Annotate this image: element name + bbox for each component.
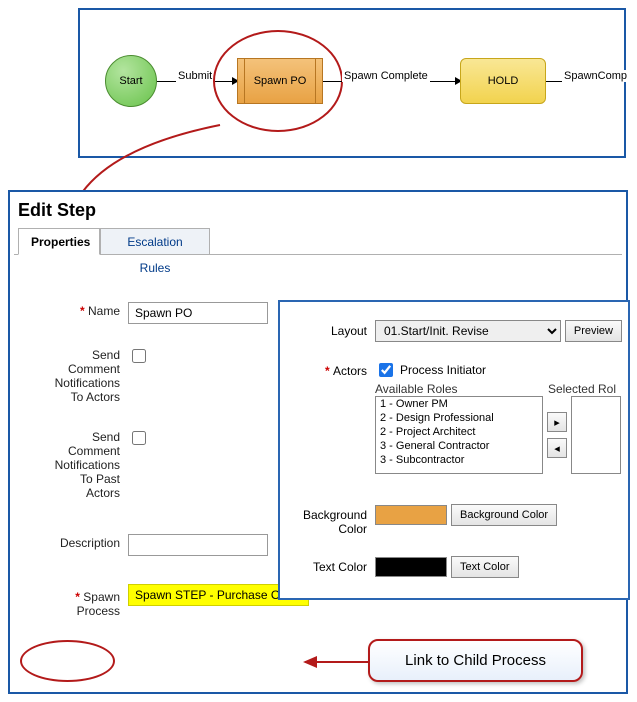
selected-roles-header: Selected Rol <box>548 382 616 396</box>
process-initiator-label: Process Initiator <box>400 363 486 377</box>
textcolor-button[interactable]: Text Color <box>451 556 519 578</box>
process-initiator-checkbox[interactable] <box>379 363 393 377</box>
send-comment-past-label: Send Comment Notifications To Past Actor… <box>10 426 128 500</box>
preview-button[interactable]: Preview <box>565 320 622 342</box>
role-item[interactable]: 3 - Subcontractor <box>376 453 542 467</box>
available-roles-header: Available Roles <box>375 382 458 396</box>
textcolor-label: Text Color <box>280 556 375 574</box>
start-node[interactable]: Start <box>105 55 157 107</box>
tab-strip: Properties Escalation Rules <box>14 227 622 255</box>
bgcolor-button[interactable]: Background Color <box>451 504 557 526</box>
description-input[interactable] <box>128 534 268 556</box>
spawn-po-node[interactable]: Spawn PO <box>237 58 323 104</box>
role-item[interactable]: 2 - Project Architect <box>376 425 542 439</box>
tab-escalation-rules[interactable]: Escalation Rules <box>100 228 210 255</box>
name-input[interactable] <box>128 302 268 324</box>
name-label: * Name <box>10 300 128 318</box>
callout-link-to-child: Link to Child Process <box>368 639 583 682</box>
workflow-diagram: Start Submit Spawn PO Spawn Complete HOL… <box>78 8 626 158</box>
flow-label-3: SpawnComp <box>562 70 629 82</box>
send-comment-label: Send Comment Notifications To Actors <box>10 344 128 404</box>
hold-label: HOLD <box>488 75 519 87</box>
start-label: Start <box>119 75 142 87</box>
send-comment-past-checkbox[interactable] <box>132 431 146 445</box>
role-item[interactable]: 1 - Owner PM <box>376 397 542 411</box>
layout-label: Layout <box>280 320 375 338</box>
flow-label-1: Submit <box>176 70 214 82</box>
textcolor-swatch <box>375 557 447 577</box>
step-appearance-panel: Layout 01.Start/Init. Revise Preview * A… <box>278 300 630 600</box>
callout-text: Link to Child Process <box>405 652 546 669</box>
bgcolor-swatch <box>375 505 447 525</box>
role-item[interactable]: 3 - General Contractor <box>376 439 542 453</box>
spawn-label: Spawn PO <box>254 75 307 87</box>
bgcolor-label: Background Color <box>280 504 375 536</box>
spawn-process-label: * Spawn Process <box>10 586 128 618</box>
selected-roles-list[interactable] <box>571 396 621 474</box>
panel-title: Edit Step <box>18 200 626 221</box>
role-item[interactable]: 2 - Design Professional <box>376 411 542 425</box>
flow-label-2: Spawn Complete <box>342 70 430 82</box>
move-left-button[interactable]: ◂ <box>547 438 567 458</box>
move-right-button[interactable]: ▸ <box>547 412 567 432</box>
layout-select[interactable]: 01.Start/Init. Revise <box>375 320 561 342</box>
actors-label: * Actors <box>280 360 375 378</box>
send-comment-checkbox[interactable] <box>132 349 146 363</box>
hold-node[interactable]: HOLD <box>460 58 546 104</box>
description-label: Description <box>10 532 128 550</box>
available-roles-list[interactable]: 1 - Owner PM 2 - Design Professional 2 -… <box>375 396 543 474</box>
tab-properties[interactable]: Properties <box>18 228 100 255</box>
